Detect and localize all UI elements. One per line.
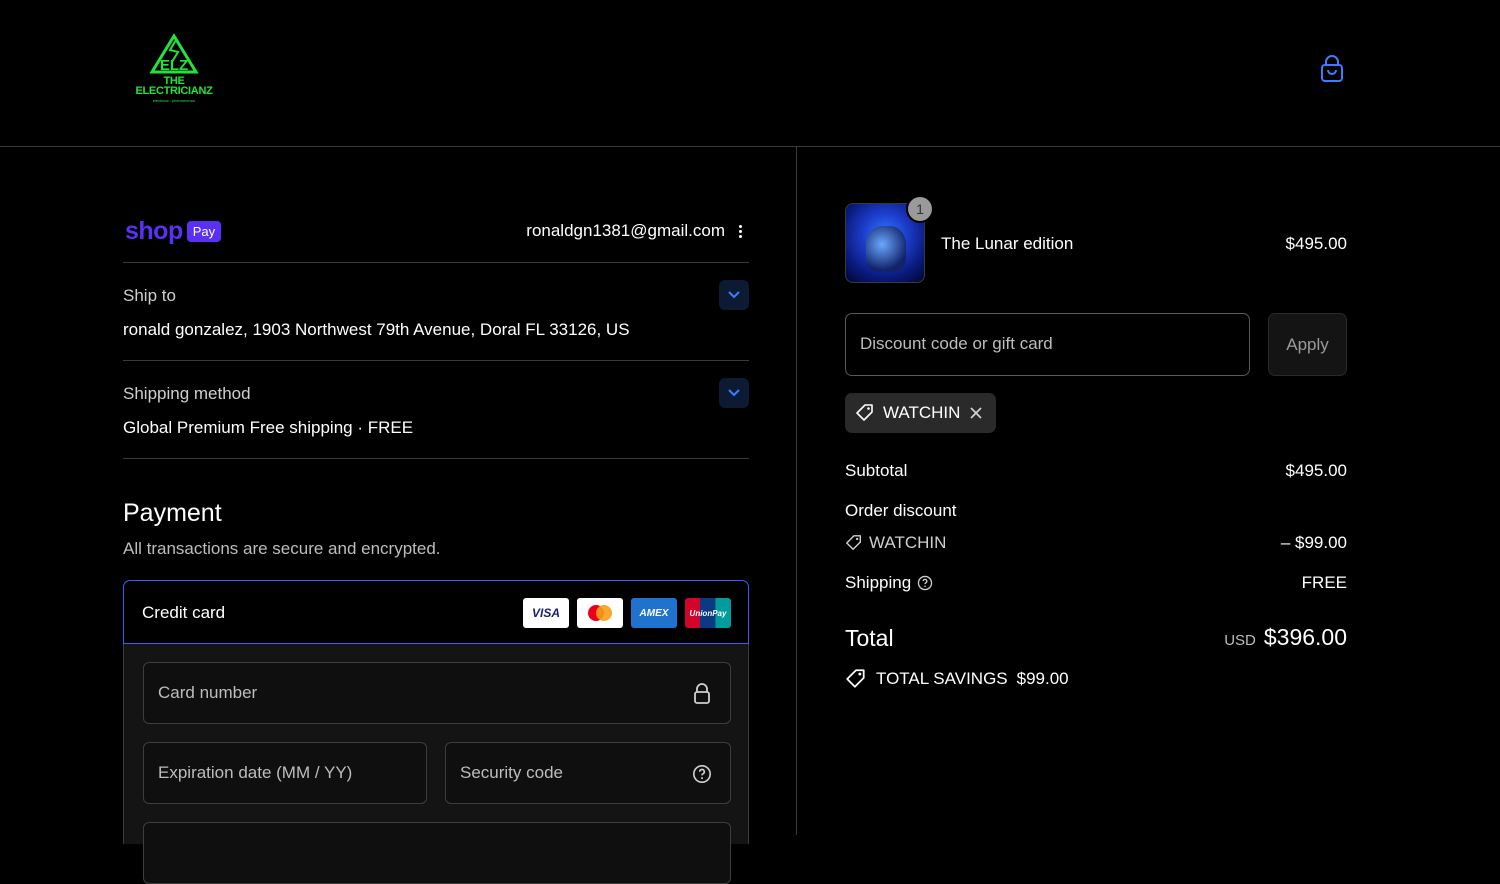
product-name: The Lunar edition — [941, 234, 1074, 253]
ship-to-label: Ship to — [123, 286, 176, 305]
lock-icon — [694, 683, 710, 704]
mastercard-icon — [577, 598, 623, 628]
ship-to-address: ronald gonzalez, 1903 Northwest 79th Ave… — [123, 320, 630, 339]
quantity-badge: 1 — [906, 195, 934, 223]
visa-icon: VISA — [523, 598, 569, 628]
subtotal-value: $495.00 — [1285, 461, 1347, 480]
total-savings-value: $99.00 — [1016, 669, 1069, 688]
shop-pay-logo: shop Pay — [125, 216, 222, 245]
tag-icon — [846, 535, 862, 551]
help-icon[interactable] — [692, 763, 712, 785]
divider — [123, 458, 749, 459]
column-divider — [796, 147, 797, 835]
credit-card-label: Credit card — [142, 603, 226, 622]
currency-code: USD — [1224, 632, 1256, 649]
site-header: ELZ THE ELECTRICIANZ electrical . phenom… — [0, 0, 1500, 147]
logo-name-line2: ELECTRICIANZ — [135, 85, 213, 97]
card-number-placeholder: Card number — [158, 683, 258, 702]
order-discount-label: Order discount — [845, 501, 957, 520]
store-logo[interactable]: ELZ THE ELECTRICIANZ electrical . phenom… — [130, 32, 218, 108]
product-price: $495.00 — [1285, 234, 1347, 253]
subtotal-label: Subtotal — [845, 461, 908, 480]
help-icon[interactable] — [917, 575, 933, 591]
total-label: Total — [845, 625, 894, 651]
security-code-placeholder: Security code — [460, 763, 563, 782]
applied-discount-chip: WATCHIN — [845, 393, 997, 433]
shop-pay-wordmark: shop — [125, 216, 183, 245]
logo-monogram: ELZ — [160, 57, 188, 74]
discount-amount: – $99.00 — [1280, 533, 1347, 552]
amex-icon: AMEX — [631, 598, 677, 628]
shipping-method-label: Shipping method — [123, 384, 251, 403]
apply-button[interactable]: Apply — [1268, 313, 1347, 376]
total-savings: TOTAL SAVINGS $99.00 — [845, 668, 1069, 690]
payment-subtitle: All transactions are secure and encrypte… — [123, 539, 441, 558]
account-email: ronaldgn1381@gmail.com — [526, 221, 725, 240]
divider — [123, 262, 749, 263]
total-amount: USD $396.00 — [1224, 624, 1347, 651]
applied-discount-code: WATCHIN — [883, 403, 961, 422]
shop-pay-badge: Pay — [186, 220, 222, 242]
logo-tagline: electrical . phenomenon — [152, 98, 196, 103]
chevron-down-icon — [728, 291, 740, 299]
discount-code-row: WATCHIN — [845, 533, 946, 553]
shipping-label: Shipping — [845, 573, 912, 592]
more-options-icon[interactable] — [735, 223, 745, 241]
shipping-method-expand-button[interactable] — [719, 378, 749, 408]
name-on-card-field[interactable] — [143, 822, 731, 884]
tag-icon — [846, 669, 865, 688]
card-number-field[interactable]: Card number — [143, 662, 731, 724]
divider — [123, 360, 749, 361]
shipping-method-value: Global Premium Free shipping · FREE — [123, 418, 414, 437]
ship-to-expand-button[interactable] — [719, 280, 749, 310]
expiration-date-placeholder: Expiration date (MM / YY) — [158, 763, 353, 782]
shipping-value: FREE — [1301, 573, 1347, 592]
tag-icon — [856, 404, 873, 421]
logo-lightning-triangle-icon: ELZ — [149, 33, 199, 74]
discount-code-placeholder: Discount code or gift card — [860, 334, 1053, 353]
credit-card-fields: Card number Expiration date (MM / YY) Se… — [123, 644, 749, 884]
shipping-row: Shipping — [845, 573, 933, 593]
discount-code-input[interactable]: Discount code or gift card — [845, 313, 1250, 376]
remove-discount-icon[interactable] — [968, 405, 984, 421]
card-brand-logos: VISA AMEX UnionPay — [523, 598, 731, 628]
security-code-field[interactable]: Security code — [445, 742, 731, 804]
discount-code-name: WATCHIN — [869, 533, 947, 552]
payment-heading: Payment — [123, 499, 222, 527]
unionpay-icon: UnionPay — [685, 598, 731, 628]
total-value: $396.00 — [1263, 624, 1347, 650]
credit-card-option[interactable]: Credit card VISA AMEX UnionPay — [123, 580, 749, 644]
chevron-down-icon — [728, 389, 740, 397]
expiration-date-field[interactable]: Expiration date (MM / YY) — [143, 742, 427, 804]
logo-name: THE ELECTRICIANZ — [130, 76, 218, 97]
cart-icon[interactable] — [1318, 55, 1346, 85]
total-savings-label: TOTAL SAVINGS — [876, 669, 1008, 688]
